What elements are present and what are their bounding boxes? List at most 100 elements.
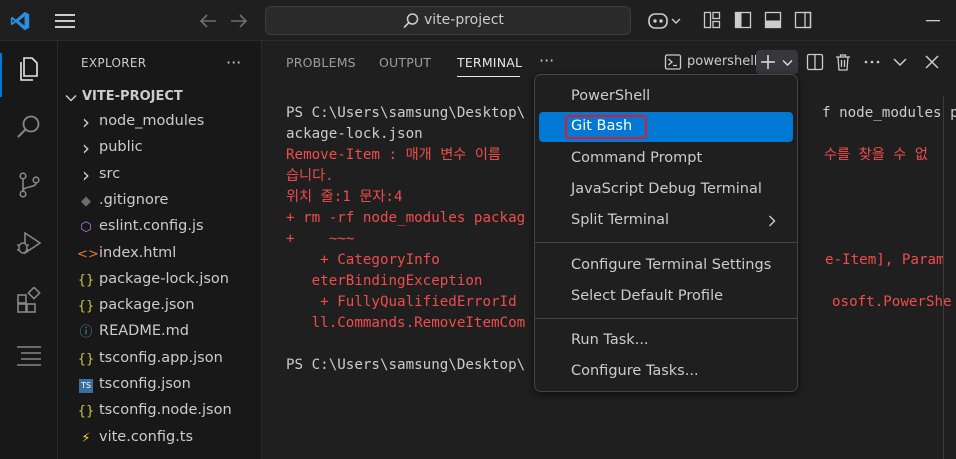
terminal-line: + FullyQualifiedErrorId: [286, 294, 517, 310]
menu-item-label: Configure Terminal Settings: [571, 257, 772, 273]
terminal-line: PS C:\Users\samsung\Desktop\: [286, 105, 526, 121]
file-item[interactable]: ⚡ vite.config.ts: [58, 427, 262, 451]
file-item[interactable]: › node_modules: [58, 111, 262, 135]
scrollbar[interactable]: [943, 96, 944, 459]
toggle-secondary-sidebar-icon[interactable]: [794, 11, 812, 29]
json-icon: {}: [77, 299, 95, 315]
project-name: VITE-PROJECT: [82, 89, 183, 104]
terminal-line: 습니다.: [286, 168, 334, 184]
menu-item-label: Configure Tasks...: [571, 363, 699, 379]
activity-bar: [0, 41, 58, 459]
customize-layout-icon[interactable]: [703, 11, 721, 29]
more-tabs-icon[interactable]: ···: [539, 51, 554, 70]
file-label: package.json: [99, 297, 195, 314]
terminal-fragment: osoft.PowerShe: [832, 294, 952, 310]
chevron-down-icon[interactable]: [781, 56, 794, 69]
terminal-fragment: 수를 찾을 수 없: [824, 147, 928, 163]
tab-output[interactable]: OUTPUT: [379, 55, 431, 70]
menu-item-split-terminal[interactable]: Split Terminal: [539, 206, 793, 236]
file-label: tsconfig.json: [99, 376, 191, 392]
explorer-icon[interactable]: [15, 55, 43, 83]
json-icon: {}: [77, 272, 95, 288]
maximize-panel-icon[interactable]: [891, 53, 909, 71]
menu-item-label: Git Bash: [571, 118, 633, 134]
menu-item-label: JavaScript Debug Terminal: [571, 181, 762, 197]
menu-item-run-task[interactable]: Run Task...: [539, 326, 793, 356]
file-item[interactable]: ⬡ eslint.config.js: [58, 216, 262, 240]
menu-item-label: Select Default Profile: [571, 288, 724, 304]
search-icon[interactable]: [15, 113, 43, 141]
file-item[interactable]: {} tsconfig.app.json: [58, 348, 262, 372]
terminal-line: eterBindingException: [286, 273, 483, 289]
terminal-line: PS C:\Users\samsung\Desktop\: [286, 357, 526, 373]
eslint-icon: ⬡: [80, 220, 92, 236]
file-item[interactable]: {} package-lock.json: [58, 269, 262, 293]
more-actions-icon[interactable]: [863, 53, 881, 71]
project-folder[interactable]: VITE-PROJECT: [58, 87, 262, 109]
minimize-icon[interactable]: [924, 11, 942, 29]
file-item[interactable]: TS tsconfig.json: [58, 374, 262, 398]
html-icon: <>: [77, 246, 99, 262]
file-item[interactable]: › src: [58, 164, 262, 188]
outline-icon[interactable]: [15, 343, 43, 371]
file-item[interactable]: {} tsconfig.node.json: [58, 400, 262, 424]
terminal-line: ackage-lock.json: [286, 126, 423, 142]
terminal-line: + CategoryInfo: [286, 252, 440, 268]
file-item[interactable]: <> index.html: [58, 243, 262, 267]
json-icon: {}: [77, 404, 95, 420]
command-center-search[interactable]: vite-project: [265, 6, 631, 35]
menu-item-command-prompt[interactable]: Command Prompt: [539, 144, 793, 174]
file-label: node_modules: [99, 113, 205, 129]
chevron-right-icon: ›: [82, 162, 90, 187]
toggle-panel-icon[interactable]: [764, 11, 782, 29]
active-indicator: [0, 53, 2, 97]
split-terminal-icon[interactable]: [806, 53, 824, 71]
copilot-icon[interactable]: [647, 10, 685, 32]
close-icon[interactable]: [923, 53, 941, 71]
run-debug-icon[interactable]: [15, 229, 43, 257]
json-icon: {}: [77, 351, 95, 367]
new-terminal-button-group[interactable]: [756, 50, 798, 74]
menu-item-configure-tasks[interactable]: Configure Tasks...: [539, 357, 793, 387]
menu-item-configure-terminal-settings[interactable]: Configure Terminal Settings: [539, 251, 793, 281]
menu-item-label: Run Task...: [571, 332, 649, 348]
menu-item-git-bash[interactable]: Git Bash: [539, 112, 793, 142]
toggle-primary-sidebar-icon[interactable]: [734, 11, 752, 29]
file-label: src: [99, 165, 121, 182]
extensions-icon[interactable]: [15, 287, 43, 315]
terminal-fragment: e-Item], Param: [825, 252, 945, 268]
file-item[interactable]: › public: [58, 137, 262, 161]
file-label: README.md: [99, 323, 189, 340]
forward-arrow-icon[interactable]: [228, 10, 250, 32]
terminal-line: 위치 줄:1 문자:4: [286, 189, 403, 205]
file-item[interactable]: ⓘ README.md: [58, 321, 262, 345]
back-arrow-icon[interactable]: [197, 10, 219, 32]
source-control-icon[interactable]: [15, 171, 43, 199]
more-actions-icon[interactable]: ···: [226, 53, 246, 72]
plus-icon[interactable]: [760, 54, 776, 70]
file-item[interactable]: {} package.json: [58, 295, 262, 319]
search-text: vite-project: [424, 12, 504, 28]
terminal-line: + ~~~: [286, 231, 355, 247]
terminal-line: ll.Commands.RemoveItemCom: [286, 315, 526, 331]
vscode-logo-icon: [10, 11, 30, 31]
search-icon: [403, 13, 419, 29]
file-item[interactable]: ◆ .gitignore: [58, 190, 262, 214]
menu-item-javascript-debug-terminal[interactable]: JavaScript Debug Terminal: [539, 175, 793, 205]
menu-separator: [535, 318, 797, 319]
menu-icon[interactable]: [54, 11, 76, 31]
file-label: package-lock.json: [99, 270, 229, 287]
menu-item-powershell[interactable]: PowerShell: [539, 82, 793, 112]
chevron-right-icon: ›: [82, 136, 90, 161]
tab-problems[interactable]: PROBLEMS: [286, 55, 356, 70]
explorer-sidebar: EXPLORER ··· VITE-PROJECT › node_modules ›…: [58, 41, 262, 459]
trash-icon[interactable]: [834, 53, 852, 71]
menu-item-select-default-profile[interactable]: Select Default Profile: [539, 282, 793, 312]
chevron-down-icon: [65, 94, 77, 102]
terminal-output[interactable]: PS C:\Users\samsung\Desktop\ ackage-lock.…: [286, 103, 525, 376]
file-label: public: [99, 139, 143, 156]
title-bar: vite-project: [0, 0, 956, 41]
tab-terminal[interactable]: TERMINAL: [457, 55, 522, 70]
terminal-name[interactable]: powershell: [687, 54, 757, 69]
